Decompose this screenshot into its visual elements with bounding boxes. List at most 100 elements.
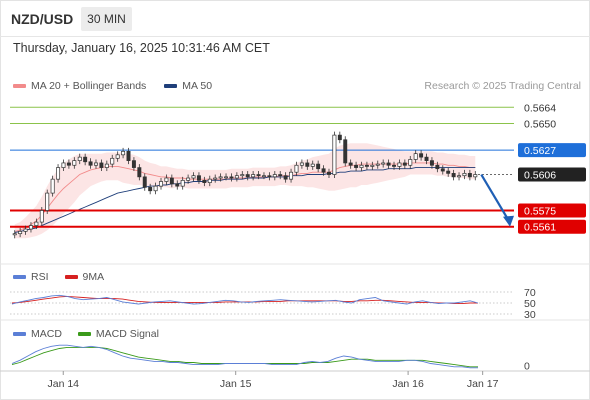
- candle-body: [83, 156, 88, 163]
- x-tick-label: Jan 17: [467, 378, 499, 390]
- candle-body: [429, 160, 434, 166]
- candle-body: [467, 173, 472, 178]
- candle-body: [50, 178, 55, 194]
- candle-body: [131, 160, 136, 168]
- candle-body: [110, 157, 115, 165]
- candle-body: [375, 163, 380, 166]
- candle-body: [299, 162, 304, 166]
- candle-body: [294, 164, 299, 173]
- candle-body: [18, 231, 23, 235]
- x-tick-label: Jan 14: [47, 378, 79, 390]
- candle-body: [196, 175, 201, 181]
- candle-body: [397, 162, 402, 167]
- candle-body: [88, 161, 93, 166]
- candle-body: [283, 175, 288, 180]
- candle-body: [321, 168, 326, 173]
- candle-body: [72, 160, 77, 166]
- macd-tick-label: 0: [524, 361, 530, 373]
- candle-body: [424, 156, 429, 161]
- level-label-0-5561: 0.5561: [524, 222, 556, 234]
- candle-body: [34, 221, 39, 226]
- candle-body: [408, 159, 413, 166]
- level-label-0-5664: 0.5664: [524, 102, 556, 114]
- rsi-tick-label: 30: [524, 309, 536, 321]
- candle-body: [23, 228, 28, 232]
- candle-body: [402, 162, 407, 166]
- candle-body: [240, 174, 245, 177]
- candle-body: [327, 171, 331, 175]
- candle-body: [305, 162, 310, 167]
- candle-body: [45, 192, 50, 211]
- candle-body: [213, 177, 218, 180]
- candle-body: [137, 167, 142, 178]
- candle-body: [392, 164, 396, 167]
- candle-body: [413, 153, 418, 160]
- candle-body: [12, 233, 17, 236]
- candle-body: [207, 178, 212, 184]
- candle-body: [457, 175, 462, 178]
- candle-body: [61, 162, 66, 168]
- x-tick-label: Jan 16: [392, 378, 424, 390]
- macd-line: [11, 344, 478, 369]
- candle-body: [256, 174, 261, 177]
- candle-body: [191, 175, 196, 179]
- candle-body: [148, 186, 153, 192]
- candle-body: [121, 150, 126, 156]
- candle-body: [186, 177, 191, 181]
- candle-body: [386, 162, 391, 166]
- candle-body: [451, 173, 456, 178]
- candle-body: [251, 174, 256, 178]
- candle-body: [272, 174, 277, 178]
- level-label-0-5606: 0.5606: [524, 170, 556, 182]
- candle-body: [440, 168, 445, 172]
- level-label-0-5650: 0.5650: [524, 119, 556, 131]
- candle-body: [77, 156, 82, 161]
- candle-body: [115, 154, 120, 159]
- candle-body: [310, 163, 315, 167]
- candle-body: [337, 134, 342, 141]
- candle-body: [343, 139, 348, 164]
- candle-body: [419, 153, 424, 158]
- candle-body: [435, 164, 440, 170]
- candle-body: [224, 176, 229, 179]
- candle-body: [267, 175, 272, 178]
- candle-body: [348, 162, 353, 166]
- candle-body: [126, 150, 131, 161]
- candle-body: [381, 162, 386, 165]
- candle-body: [234, 175, 239, 179]
- candle-body: [359, 164, 364, 168]
- candle-body: [99, 162, 104, 168]
- candle-body: [316, 163, 321, 170]
- candle-body: [462, 173, 467, 177]
- candle-body: [180, 179, 185, 187]
- candle-body: [278, 174, 283, 177]
- projection-arrow-line: [480, 173, 511, 224]
- candle-body: [56, 167, 61, 180]
- candle-body: [66, 162, 71, 166]
- candle-body: [229, 176, 234, 179]
- candle-body: [28, 225, 33, 230]
- candle-body: [175, 183, 180, 187]
- candle-body: [354, 164, 359, 168]
- level-label-0-5575: 0.5575: [524, 205, 556, 217]
- candle-body: [473, 174, 478, 178]
- candle-body: [153, 185, 158, 192]
- level-label-0-5627: 0.5627: [524, 145, 556, 157]
- candle-body: [332, 134, 337, 175]
- candle-body: [364, 164, 369, 167]
- candle-body: [94, 162, 98, 166]
- candle-body: [142, 176, 147, 188]
- candle-body: [164, 177, 169, 182]
- x-tick-label: Jan 15: [220, 378, 252, 390]
- candle-body: [39, 210, 44, 223]
- candle-body: [202, 179, 207, 184]
- price-chart-svg[interactable]: 0.56640.56500.56270.56060.55750.55617050…: [0, 0, 590, 400]
- candle-body: [159, 181, 163, 187]
- candle-body: [446, 170, 451, 174]
- candle-body: [261, 175, 266, 178]
- candle-body: [289, 171, 294, 180]
- projection-arrow-head: [503, 215, 514, 227]
- candle-body: [245, 174, 250, 178]
- candle-body: [370, 164, 375, 167]
- candle-body: [218, 176, 223, 179]
